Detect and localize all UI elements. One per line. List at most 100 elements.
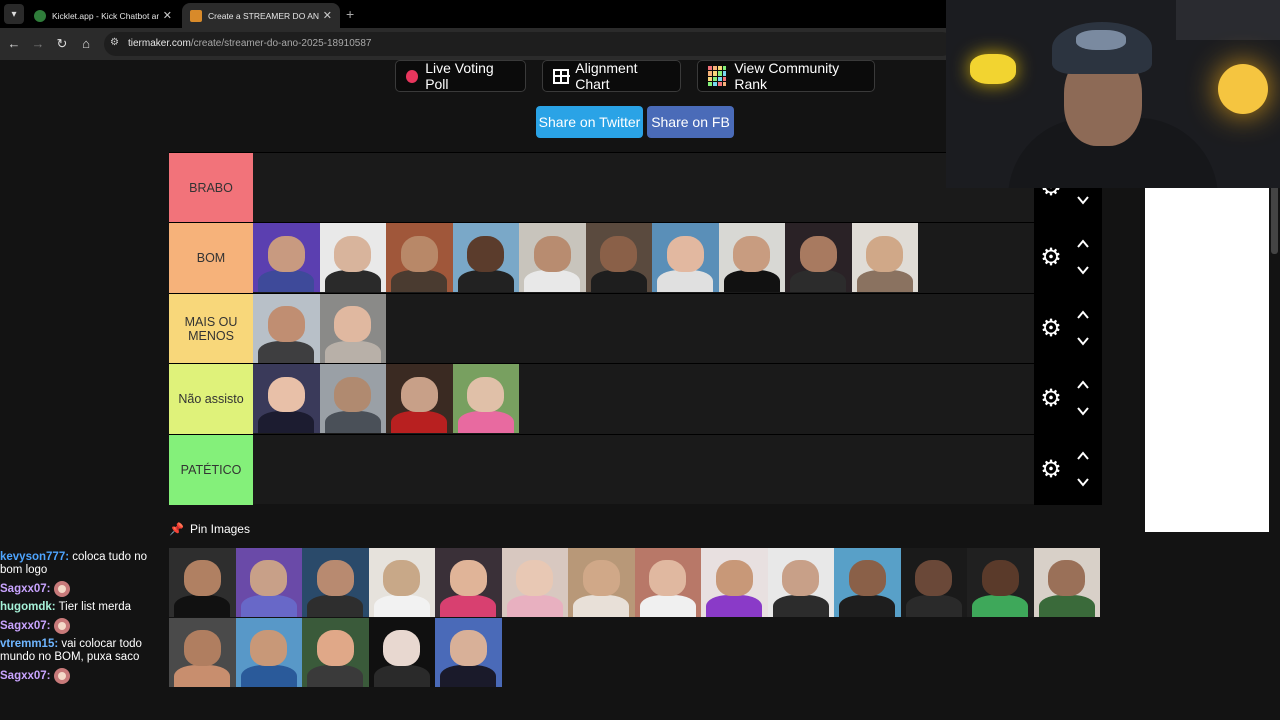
streamer-image[interactable]	[834, 548, 901, 617]
streamer-image[interactable]	[452, 364, 519, 434]
tab-kicklet[interactable]: Kicklet.app - Kick Chatbot and ✕	[26, 3, 180, 28]
share-fb-button[interactable]: Share on FB	[647, 106, 734, 138]
tier-label[interactable]: Não assisto	[169, 364, 253, 435]
community-rank-label: View Community Rank	[734, 60, 840, 92]
streamer-image[interactable]	[452, 223, 519, 293]
move-down-icon[interactable]	[1076, 475, 1090, 489]
streamer-image[interactable]	[435, 548, 502, 617]
chat-username[interactable]: kevyson777:	[0, 551, 69, 563]
streamer-image[interactable]	[519, 223, 586, 293]
tab-search-button[interactable]: ▾	[4, 4, 24, 24]
webcam-overlay	[946, 0, 1280, 188]
streamer-image[interactable]	[386, 223, 453, 293]
streamer-image[interactable]	[253, 364, 320, 434]
close-tab-icon[interactable]: ✕	[323, 9, 332, 22]
chat-emote-icon	[53, 581, 70, 597]
move-up-icon[interactable]	[1076, 308, 1090, 322]
streamer-image[interactable]	[368, 618, 435, 687]
streamer-image[interactable]	[253, 293, 320, 363]
streamer-head	[649, 560, 687, 597]
move-up-icon[interactable]	[1076, 237, 1090, 251]
gear-icon[interactable]: ⚙	[1038, 315, 1064, 342]
streamer-image[interactable]	[634, 548, 701, 617]
chat-username[interactable]: Sagxx07:	[0, 583, 51, 595]
move-down-icon[interactable]	[1076, 404, 1090, 418]
new-tab-button[interactable]: +	[346, 6, 354, 22]
tier-items[interactable]	[253, 364, 519, 434]
streamer-image[interactable]	[701, 548, 768, 617]
community-rank-button[interactable]: View Community Rank	[697, 60, 875, 92]
streamer-head	[467, 235, 505, 272]
home-icon[interactable]: ⌂	[78, 36, 94, 52]
chat-emote-icon	[53, 618, 70, 634]
reload-icon[interactable]: ↻	[54, 36, 70, 52]
forward-icon[interactable]: →	[30, 36, 46, 52]
streamer-image[interactable]	[368, 548, 435, 617]
gear-icon[interactable]: ⚙	[1038, 245, 1064, 271]
streamer-image[interactable]	[319, 223, 386, 293]
alignment-chart-button[interactable]: Alignment Chart	[542, 60, 681, 92]
streamer-head	[533, 235, 571, 272]
gear-icon[interactable]: ⚙	[1038, 386, 1064, 412]
tier-items[interactable]	[253, 223, 918, 293]
streamer-image[interactable]	[585, 223, 652, 293]
chat-username[interactable]: Sagxx07:	[0, 620, 51, 632]
tier-row[interactable]: PATÉTICO ⚙	[169, 433, 1102, 505]
streamer-silhouette	[723, 270, 780, 293]
pin-images-toggle[interactable]: 📌 Pin Images	[169, 522, 250, 536]
streamer-image[interactable]	[785, 223, 852, 293]
chat-username[interactable]: vtremm15:	[0, 638, 58, 650]
url-field[interactable]: ⚙ tiermaker.com/create/streamer-do-ano-2…	[104, 32, 954, 56]
streamer-image[interactable]	[967, 548, 1034, 617]
streamer-image[interactable]	[501, 548, 568, 617]
site-info-icon[interactable]: ⚙	[110, 37, 119, 48]
streamer-image[interactable]	[235, 548, 302, 617]
streamer-image[interactable]	[319, 293, 386, 363]
streamer-image[interactable]	[169, 548, 236, 617]
streamer-head	[267, 306, 305, 343]
move-down-icon[interactable]	[1076, 263, 1090, 277]
webcam-lamp-left	[970, 54, 1016, 84]
tier-items[interactable]	[253, 293, 386, 364]
streamer-silhouette	[373, 664, 430, 687]
streamer-image[interactable]	[235, 618, 302, 687]
tab-tiermaker[interactable]: Create a STREAMER DO ANO (2 ✕	[182, 3, 340, 28]
streamer-image[interactable]	[900, 548, 967, 617]
streamer-image[interactable]	[253, 223, 320, 293]
tier-row[interactable]: Não assisto ⚙	[169, 363, 1102, 435]
chat-username[interactable]: hugomdk:	[0, 601, 56, 613]
live-voting-poll-button[interactable]: Live Voting Poll	[395, 60, 526, 92]
tier-row[interactable]: MAIS OU MENOS ⚙	[169, 292, 1102, 364]
back-icon[interactable]: ←	[6, 36, 22, 52]
tier-label[interactable]: MAIS OU MENOS	[169, 293, 253, 364]
tier-label[interactable]: PATÉTICO	[169, 434, 253, 505]
streamer-image[interactable]	[568, 548, 635, 617]
streamer-head	[267, 235, 305, 272]
chat-username[interactable]: Sagxx07:	[0, 670, 51, 682]
streamer-image[interactable]	[435, 618, 502, 687]
streamer-head	[1048, 560, 1086, 597]
streamer-image[interactable]	[718, 223, 785, 293]
streamer-image[interactable]	[169, 618, 236, 687]
streamer-head	[250, 630, 288, 667]
streamer-head	[666, 235, 704, 272]
tier-label[interactable]: BOM	[169, 223, 253, 294]
streamer-image[interactable]	[319, 364, 386, 434]
streamer-image[interactable]	[302, 618, 369, 687]
streamer-image[interactable]	[302, 548, 369, 617]
move-down-icon[interactable]	[1076, 193, 1090, 207]
streamer-image[interactable]	[386, 364, 453, 434]
move-up-icon[interactable]	[1076, 378, 1090, 392]
streamer-image[interactable]	[1033, 548, 1100, 617]
gear-icon[interactable]: ⚙	[1038, 456, 1064, 483]
move-down-icon[interactable]	[1076, 334, 1090, 348]
streamer-image[interactable]	[652, 223, 719, 293]
close-tab-icon[interactable]: ✕	[163, 9, 172, 22]
streamer-image[interactable]	[767, 548, 834, 617]
streamer-silhouette	[524, 270, 581, 293]
tier-row[interactable]: BOM ⚙	[169, 222, 1102, 294]
share-twitter-button[interactable]: Share on Twitter	[536, 106, 643, 138]
tier-label[interactable]: BRABO	[169, 153, 253, 223]
streamer-image[interactable]	[851, 223, 918, 293]
move-up-icon[interactable]	[1076, 449, 1090, 463]
